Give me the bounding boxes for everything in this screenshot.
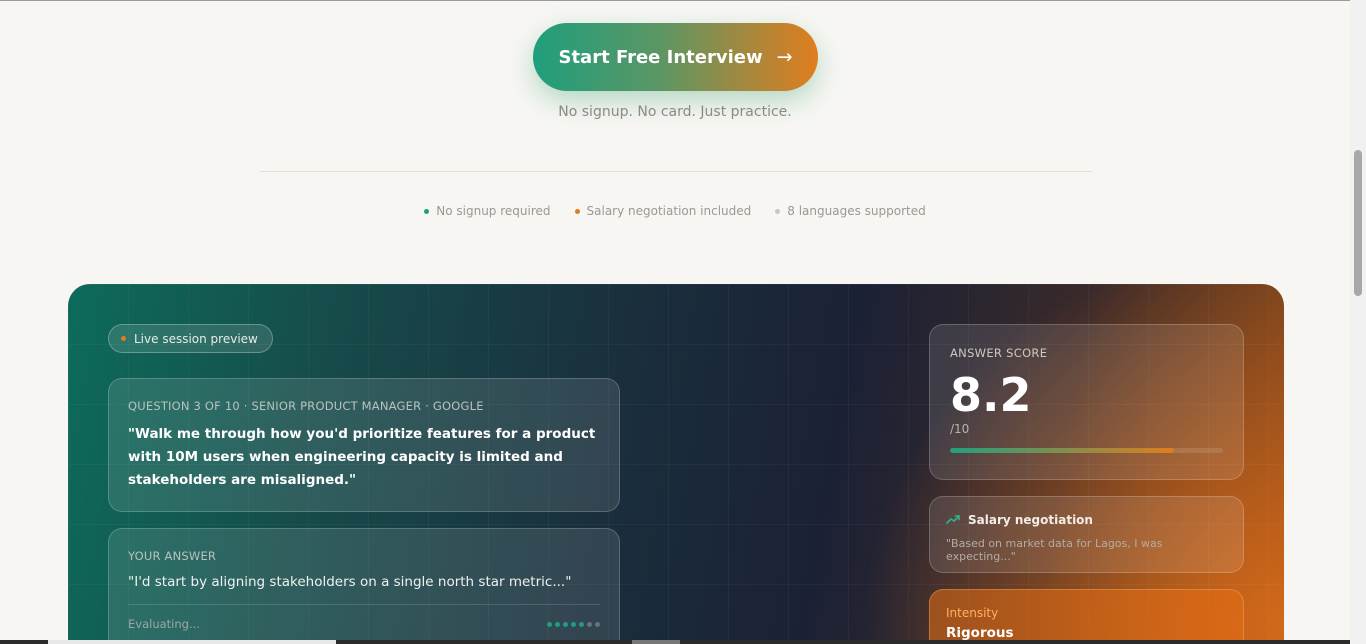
feature-label: Salary negotiation included <box>586 204 752 218</box>
feature-label: No signup required <box>436 204 551 218</box>
progress-dot-inactive <box>587 621 592 627</box>
taskbar-segment <box>632 640 680 644</box>
feature-item: 8 languages supported <box>775 204 926 218</box>
score-value: 8.2 <box>950 368 1032 422</box>
live-dot-icon <box>121 336 126 341</box>
answer-text: "I'd start by aligning stakeholders on a… <box>128 574 572 590</box>
progress-dot-active <box>547 621 552 627</box>
trend-up-icon <box>946 515 960 524</box>
progress-dot-active <box>555 621 560 627</box>
feature-item: No signup required <box>424 204 551 218</box>
grey-dot-icon <box>775 208 781 214</box>
taskbar-segment <box>48 640 336 644</box>
answer-card: YOUR ANSWER "I'd start by aligning stake… <box>108 528 620 644</box>
cta-subtext: No signup. No card. Just practice. <box>558 104 792 120</box>
negotiation-title-row: Salary negotiation <box>946 513 1227 527</box>
orange-dot-icon <box>574 208 580 214</box>
answer-score-card: ANSWER SCORE 8.2 /10 <box>929 324 1244 480</box>
evaluation-row: Evaluating... <box>128 617 600 631</box>
intensity-value: Rigorous <box>946 625 1014 641</box>
score-bar-fill <box>950 448 1174 453</box>
start-interview-label: Start Free Interview <box>558 46 763 68</box>
negotiation-quote: "Based on market data for Lagos, I was e… <box>946 537 1163 563</box>
negotiation-title: Salary negotiation <box>968 513 1093 527</box>
window-top-border <box>0 0 1366 1</box>
question-card: QUESTION 3 OF 10 · SENIOR PRODUCT MANAGE… <box>108 378 620 512</box>
feature-list: No signup required Salary negotiation in… <box>0 204 1350 218</box>
feature-item: Salary negotiation included <box>574 204 752 218</box>
answer-divider <box>128 604 600 605</box>
live-preview-label: Live session preview <box>134 331 258 346</box>
start-interview-button[interactable]: Start Free Interview → <box>533 23 818 91</box>
answer-eyebrow: YOUR ANSWER <box>128 549 217 563</box>
intensity-card: Intensity Rigorous <box>929 589 1244 644</box>
live-preview-badge: Live session preview <box>108 324 273 353</box>
score-bar <box>950 448 1223 453</box>
progress-dots <box>547 621 600 627</box>
score-label: ANSWER SCORE <box>950 346 1048 360</box>
feature-label: 8 languages supported <box>787 204 926 218</box>
question-eyebrow: QUESTION 3 OF 10 · SENIOR PRODUCT MANAGE… <box>128 399 484 413</box>
scrollbar-thumb[interactable] <box>1354 150 1362 296</box>
session-preview-panel: Live session preview QUESTION 3 OF 10 · … <box>68 284 1284 644</box>
scrollbar-track[interactable] <box>1350 0 1366 644</box>
green-dot-icon <box>424 208 430 214</box>
progress-dot-active <box>571 621 576 627</box>
arrow-right-icon: → <box>776 46 793 68</box>
salary-negotiation-card: Salary negotiation "Based on market data… <box>929 496 1244 573</box>
section-divider <box>260 171 1092 172</box>
intensity-label: Intensity <box>946 606 999 620</box>
question-text: "Walk me through how you'd prioritize fe… <box>128 426 596 488</box>
progress-dot-active <box>579 621 584 627</box>
bottom-taskbar <box>0 640 1350 644</box>
progress-dot-inactive <box>595 621 600 627</box>
progress-dot-active <box>563 621 568 627</box>
score-suffix: /10 <box>950 422 970 436</box>
evaluation-status: Evaluating... <box>128 617 200 631</box>
